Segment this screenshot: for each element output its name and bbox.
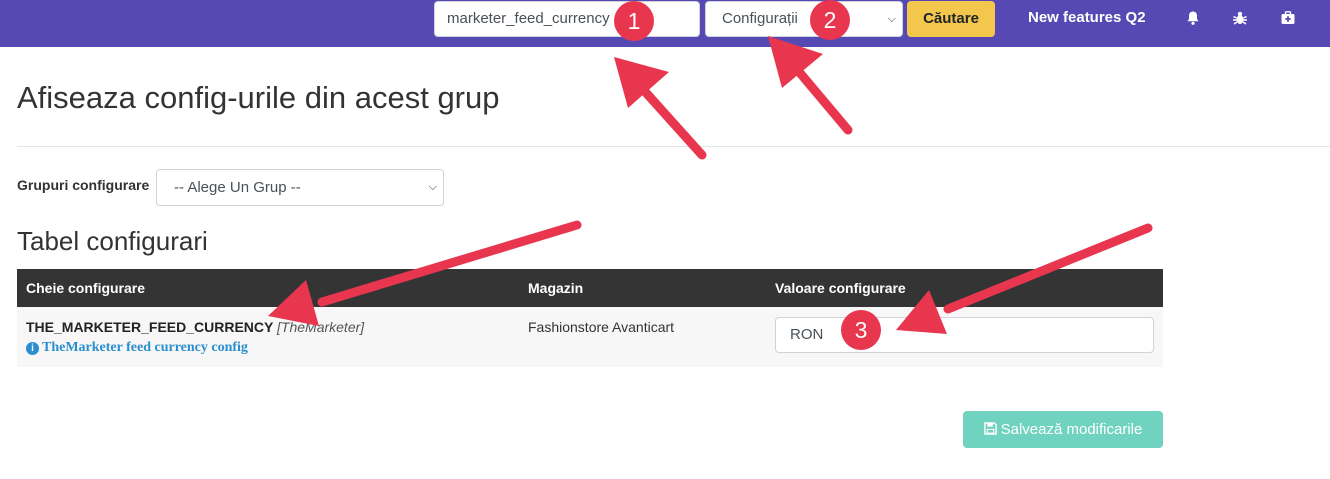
search-scope-value: Configurații — [722, 10, 798, 27]
column-header-key: Cheie configurare — [26, 280, 146, 296]
config-value-input[interactable]: RON — [775, 317, 1154, 353]
annotation-marker-2: 2 — [810, 0, 850, 40]
config-help-text: TheMarketer feed currency config — [42, 340, 248, 355]
chevron-down-icon: ⌵ — [887, 13, 896, 25]
config-key: THE_MARKETER_FEED_CURRENCY [TheMarketer] — [26, 319, 364, 335]
bug-icon[interactable] — [1232, 10, 1248, 26]
search-button[interactable]: Căutare — [907, 1, 995, 37]
table-header: Cheie configurare Magazin Valoare config… — [17, 269, 1163, 307]
nav-link-new-features[interactable]: New features Q2 — [1028, 9, 1146, 26]
config-help-link[interactable]: i TheMarketer feed currency config — [26, 340, 248, 356]
medkit-icon[interactable] — [1280, 10, 1296, 26]
annotation-arrow-1-head — [614, 57, 669, 108]
annotation-marker-3: 3 — [841, 310, 881, 350]
info-icon: i — [26, 342, 39, 355]
column-header-value: Valoare configurare — [775, 280, 906, 296]
page-title: Afiseaza config-urile din acest grup — [17, 80, 500, 115]
group-select-label: Grupuri configurare — [17, 177, 150, 193]
save-button-label: Salvează modificarile — [1000, 421, 1143, 438]
top-navbar: marketer_feed_currency Configurații ⌵ Că… — [0, 0, 1330, 47]
column-header-store: Magazin — [528, 280, 584, 296]
store-name: Fashionstore Avanticart — [528, 319, 675, 335]
table-row: THE_MARKETER_FEED_CURRENCY [TheMarketer]… — [17, 307, 1163, 367]
chevron-down-icon: ⌵ — [428, 181, 437, 193]
annotation-arrow-1 — [635, 81, 707, 160]
bell-icon[interactable] — [1185, 10, 1201, 26]
search-input[interactable]: marketer_feed_currency — [434, 1, 700, 37]
search-scope-select[interactable]: Configurații ⌵ — [705, 1, 903, 37]
config-key-scope: [TheMarketer] — [277, 319, 365, 335]
group-select-value: -- Alege Un Grup -- — [174, 179, 301, 196]
floppy-disk-icon — [983, 422, 997, 435]
divider — [17, 146, 1330, 147]
annotation-arrow-2 — [790, 62, 853, 135]
config-table: Cheie configurare Magazin Valoare config… — [17, 269, 1163, 367]
section-title: Tabel configurari — [17, 226, 208, 256]
config-key-name: THE_MARKETER_FEED_CURRENCY — [26, 319, 274, 335]
save-button[interactable]: Salvează modificarile — [963, 411, 1163, 448]
annotation-marker-1: 1 — [614, 1, 654, 41]
group-select[interactable]: -- Alege Un Grup -- ⌵ — [156, 169, 444, 206]
